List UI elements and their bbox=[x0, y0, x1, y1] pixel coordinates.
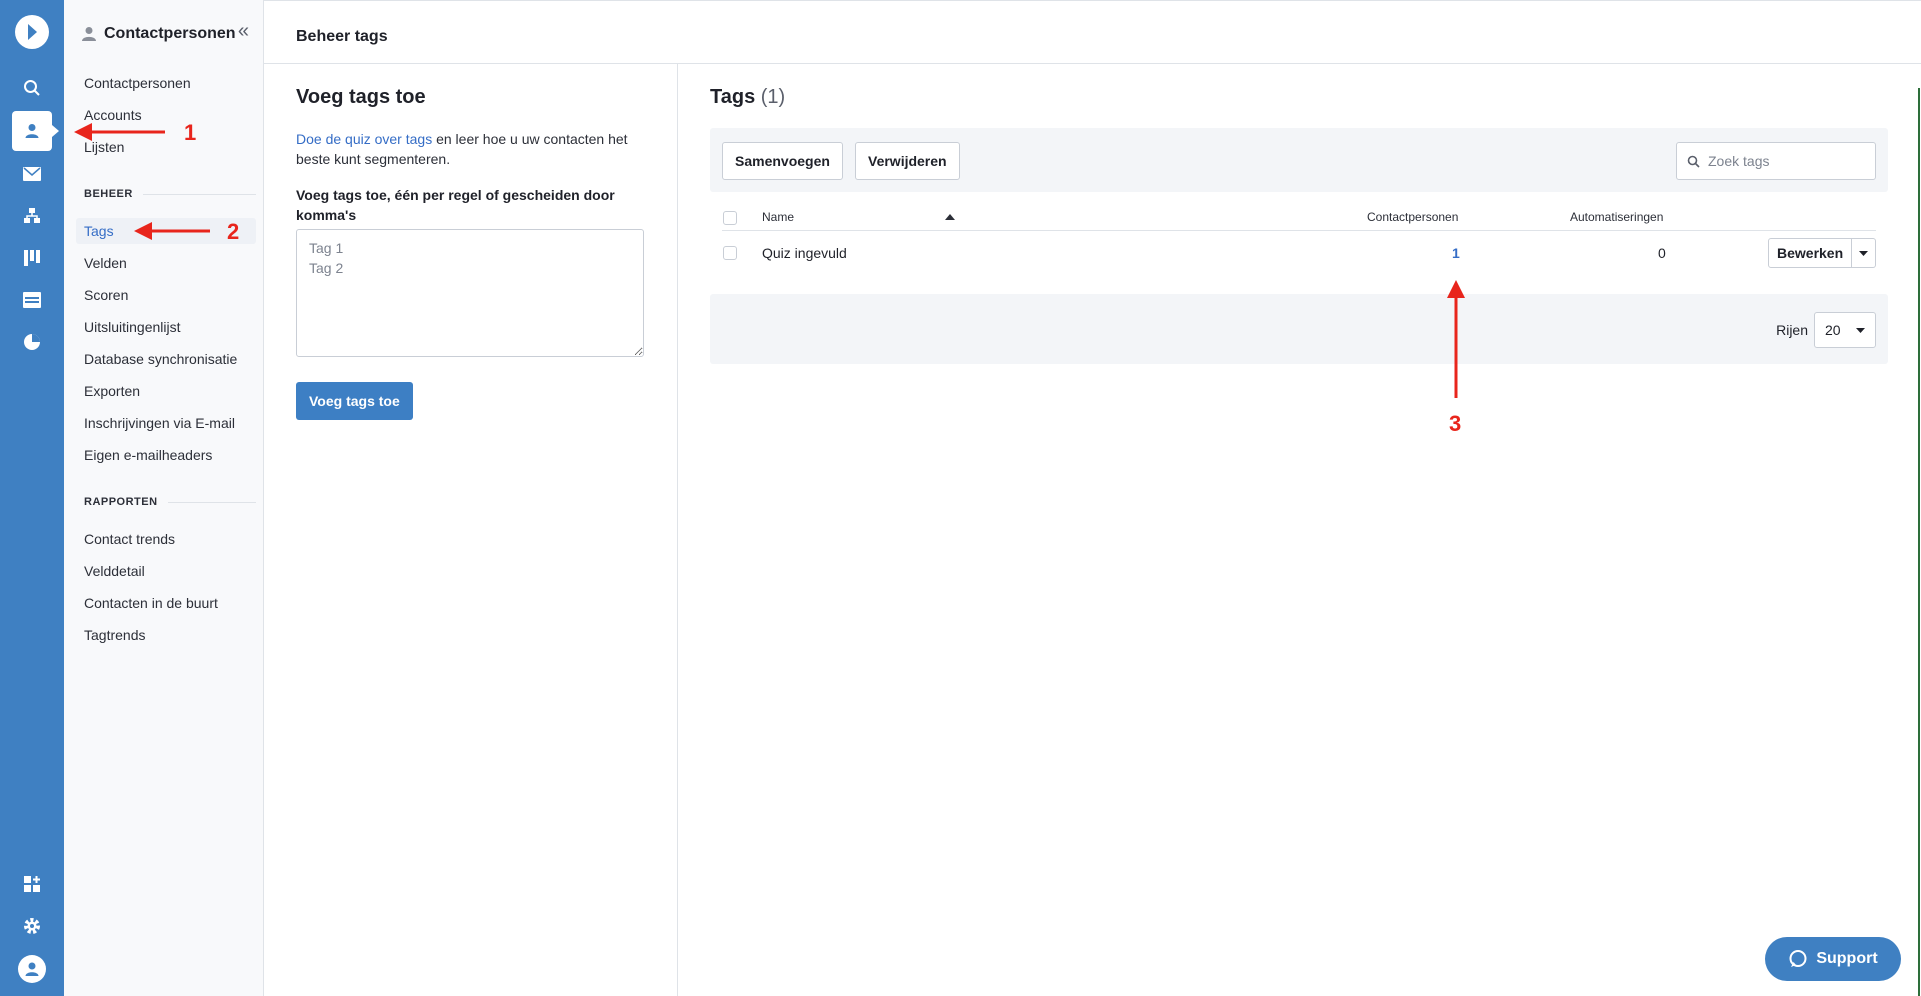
reports-icon[interactable] bbox=[12, 322, 52, 362]
settings-icon[interactable] bbox=[12, 906, 52, 946]
page-header: Beheer tags bbox=[264, 0, 1921, 64]
support-label: Support bbox=[1816, 950, 1878, 967]
add-tags-label: Voeg tags toe, één per regel of gescheid… bbox=[296, 187, 615, 223]
tag-name: Quiz ingevuld bbox=[762, 245, 847, 261]
sidebar-item-exporten[interactable]: Exporten bbox=[84, 382, 140, 400]
chevron-down-icon bbox=[1856, 327, 1865, 333]
user-avatar-icon[interactable] bbox=[18, 955, 46, 983]
sidebar-item-database-synchronisatie[interactable]: Database synchronisatie bbox=[84, 350, 237, 368]
sidebar-item-contactpersonen[interactable]: Contactpersonen bbox=[84, 74, 191, 92]
collapse-sidebar-icon[interactable]: « bbox=[238, 21, 249, 41]
section-beheer: BEHEER bbox=[84, 188, 256, 200]
email-icon[interactable] bbox=[12, 154, 52, 194]
tags-title-label: Tags bbox=[710, 86, 756, 108]
apps-icon[interactable] bbox=[12, 864, 52, 904]
merge-button[interactable]: Samenvoegen bbox=[722, 142, 843, 180]
sidebar-item-scoren[interactable]: Scoren bbox=[84, 286, 128, 304]
sidebar-item-lijsten[interactable]: Lijsten bbox=[84, 138, 124, 156]
column-name[interactable]: Name bbox=[762, 210, 794, 224]
search-box bbox=[1676, 142, 1876, 180]
section-rapporten: RAPPORTEN bbox=[84, 496, 256, 508]
edit-button[interactable]: Bewerken bbox=[1768, 238, 1853, 268]
contacts-icon[interactable] bbox=[12, 111, 59, 151]
sidebar-item-velddetail[interactable]: Velddetail bbox=[84, 562, 145, 580]
icon-rail bbox=[0, 0, 64, 996]
quiz-link[interactable]: Doe de quiz over tags bbox=[296, 131, 432, 147]
pagination-bar: Rijen 20 bbox=[710, 294, 1888, 364]
sidebar-item-uitsluitingenlijst[interactable]: Uitsluitingenlijst bbox=[84, 318, 180, 336]
rows-label: Rijen bbox=[1776, 322, 1808, 338]
sidebar-item-velden[interactable]: Velden bbox=[84, 254, 127, 272]
search-tags-input[interactable] bbox=[1708, 153, 1868, 169]
annotation-3: 3 bbox=[1449, 411, 1462, 436]
chat-bubble-icon bbox=[1789, 950, 1807, 967]
person-icon bbox=[82, 27, 96, 41]
tag-contacts-count[interactable]: 1 bbox=[1452, 245, 1460, 261]
sidebar-item-contact-trends[interactable]: Contact trends bbox=[84, 530, 175, 548]
window-edge bbox=[1918, 88, 1920, 996]
section-rapporten-label: RAPPORTEN bbox=[84, 496, 158, 508]
sidebar-item-tagtrends[interactable]: Tagtrends bbox=[84, 626, 145, 644]
add-tags-button[interactable]: Voeg tags toe bbox=[296, 382, 413, 420]
row-checkbox[interactable] bbox=[723, 246, 737, 260]
tag-automations-count: 0 bbox=[1658, 245, 1666, 261]
sidebar-item-tags[interactable]: Tags bbox=[84, 222, 114, 240]
annotation-1: 1 bbox=[184, 120, 197, 145]
site-icon[interactable] bbox=[12, 280, 52, 320]
add-tags-panel: Voeg tags toe Doe de quiz over tags en l… bbox=[264, 64, 678, 996]
select-all-checkbox[interactable] bbox=[723, 211, 737, 225]
sidebar-item-contacten-in-de-buurt[interactable]: Contacten in de buurt bbox=[84, 594, 218, 612]
tags-toolbar: Samenvoegen Verwijderen bbox=[710, 128, 1888, 192]
page-title: Beheer tags bbox=[296, 28, 388, 45]
chevron-down-icon[interactable] bbox=[1852, 238, 1877, 268]
add-tags-intro: Doe de quiz over tags en leer hoe u uw c… bbox=[296, 129, 656, 169]
rows-per-page-select[interactable]: 20 bbox=[1814, 312, 1876, 348]
automation-icon[interactable] bbox=[12, 196, 52, 236]
column-contactpersonen[interactable]: Contactpersonen bbox=[1367, 210, 1458, 224]
sidebar-header: Contactpersonen bbox=[82, 22, 236, 46]
column-automatiseringen[interactable]: Automatiseringen bbox=[1570, 210, 1663, 224]
header-divider bbox=[722, 230, 1876, 231]
logo-icon[interactable] bbox=[15, 15, 49, 49]
rows-per-page-value: 20 bbox=[1825, 322, 1841, 338]
section-beheer-label: BEHEER bbox=[84, 188, 133, 200]
search-icon bbox=[1687, 155, 1700, 168]
row-actions: Bewerken bbox=[1768, 238, 1877, 268]
contacts-sidebar: Contactpersonen « Contactpersonen Accoun… bbox=[64, 0, 264, 996]
sidebar-title: Contactpersonen bbox=[104, 25, 236, 42]
delete-button[interactable]: Verwijderen bbox=[855, 142, 960, 180]
tags-title: Tags (1) bbox=[710, 86, 785, 109]
annotation-2: 2 bbox=[227, 219, 240, 244]
deals-icon[interactable] bbox=[12, 238, 52, 278]
support-button[interactable]: Support bbox=[1765, 937, 1901, 981]
search-icon[interactable] bbox=[12, 68, 52, 108]
add-tags-title: Voeg tags toe bbox=[296, 86, 426, 108]
sidebar-item-inschrijvingen[interactable]: Inschrijvingen via E-mail bbox=[84, 414, 235, 432]
tags-panel: Tags (1) Samenvoegen Verwijderen Name Co… bbox=[678, 64, 1921, 996]
sidebar-item-accounts[interactable]: Accounts bbox=[84, 106, 142, 124]
tags-count: (1) bbox=[760, 86, 786, 108]
sidebar-item-eigen-emailheaders[interactable]: Eigen e-mailheaders bbox=[84, 446, 212, 464]
tags-textarea[interactable] bbox=[296, 229, 644, 357]
sort-ascending-icon[interactable] bbox=[945, 214, 955, 220]
